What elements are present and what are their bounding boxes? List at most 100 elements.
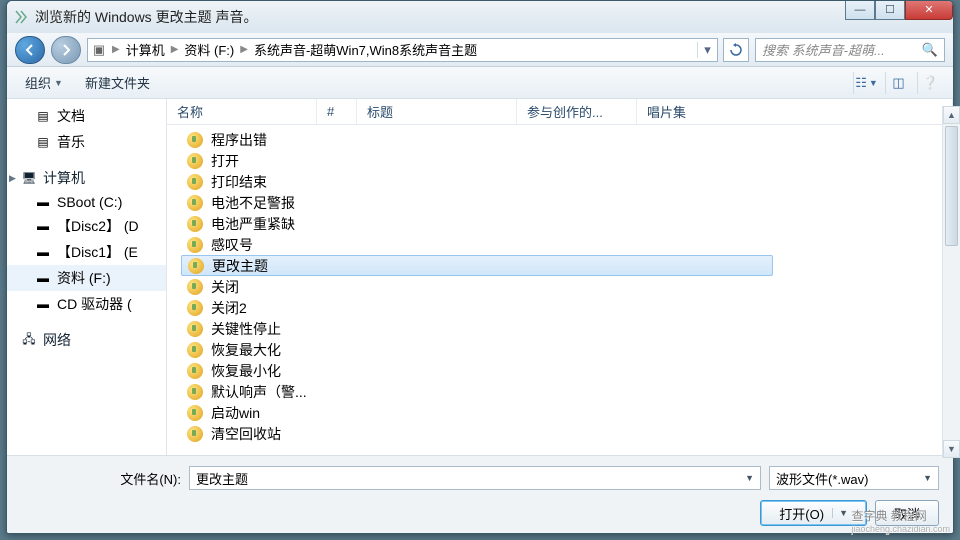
scroll-thumb[interactable]	[945, 126, 958, 246]
refresh-button[interactable]	[723, 38, 749, 62]
col-name[interactable]: 名称	[167, 99, 317, 124]
audio-file-icon	[188, 258, 204, 274]
file-dialog-window: 浏览新的 Windows 更改主题 声音。 — ☐ ✕ ▣ ▶ 计算机 ▶ 资料…	[6, 0, 954, 534]
vertical-scrollbar[interactable]: ▲ ▼	[942, 106, 960, 458]
chevron-down-icon[interactable]: ▼	[745, 473, 754, 483]
dialog-body: ▤文档 ▤音乐 ▶🖥计算机 ▬SBoot (C:)▬【Disc2】 (D▬【Di…	[7, 99, 953, 455]
preview-pane-button[interactable]: ◫	[885, 72, 911, 94]
col-album[interactable]: 唱片集	[637, 99, 953, 124]
file-area: 名称 # 标题 参与创作的... 唱片集 程序出错打开打印结束电池不足警报电池严…	[167, 99, 953, 455]
sidebar-item-drive[interactable]: ▬资料 (F:)	[7, 265, 166, 291]
drive-icon: ▬	[35, 296, 51, 312]
document-icon: ▤	[35, 108, 51, 124]
file-row[interactable]: 恢复最大化	[167, 339, 953, 360]
view-button[interactable]: ☷ ▼	[853, 72, 879, 94]
chevron-right-icon: ▶	[238, 44, 250, 55]
file-row[interactable]: 启动win	[167, 402, 953, 423]
nav-bar: ▣ ▶ 计算机 ▶ 资料 (F:) ▶ 系统声音-超萌Win7,Win8系统声音…	[7, 33, 953, 67]
drive-icon: ▬	[35, 270, 51, 286]
window-buttons: — ☐ ✕	[845, 0, 953, 20]
folder-icon: ▣	[88, 42, 110, 58]
window-title: 浏览新的 Windows 更改主题 声音。	[35, 7, 947, 27]
file-row[interactable]: 关键性停止	[167, 318, 953, 339]
audio-file-icon	[187, 174, 203, 190]
col-title[interactable]: 标题	[357, 99, 517, 124]
toolbar: 组织▼ 新建文件夹 ☷ ▼ ◫ ❔	[7, 67, 953, 99]
audio-file-icon	[187, 279, 203, 295]
crumb-folder[interactable]: 系统声音-超萌Win7,Win8系统声音主题	[250, 40, 481, 59]
back-button[interactable]	[15, 36, 45, 64]
file-row[interactable]: 清空回收站	[167, 423, 953, 444]
file-row[interactable]: 打印结束	[167, 171, 953, 192]
chevron-down-icon: ▼	[54, 78, 63, 88]
filename-label: 文件名(N):	[21, 469, 181, 488]
filetype-select[interactable]: 波形文件(*.wav)▼	[769, 466, 939, 490]
sidebar-group-network[interactable]: 🖧网络	[7, 327, 166, 353]
audio-file-icon	[187, 405, 203, 421]
expand-icon[interactable]: ▶	[9, 173, 16, 184]
nav-tree[interactable]: ▤文档 ▤音乐 ▶🖥计算机 ▬SBoot (C:)▬【Disc2】 (D▬【Di…	[7, 99, 167, 455]
file-row[interactable]: 恢复最小化	[167, 360, 953, 381]
sidebar-item-drive[interactable]: ▬【Disc1】 (E	[7, 239, 166, 265]
search-placeholder: 搜索 系统声音-超萌...	[762, 40, 885, 59]
audio-file-icon	[187, 132, 203, 148]
organize-button[interactable]: 组织▼	[17, 70, 71, 95]
sidebar-item-documents[interactable]: ▤文档	[7, 103, 166, 129]
audio-file-icon	[187, 363, 203, 379]
watermark: 查字典 教程网 jiaocheng.chazidian.com	[851, 507, 950, 534]
forward-button[interactable]	[51, 36, 81, 64]
crumb-computer[interactable]: 计算机	[122, 40, 169, 59]
chevron-right-icon: ▶	[110, 44, 122, 55]
path-dropdown[interactable]: ▾	[697, 42, 717, 58]
breadcrumb[interactable]: ▣ ▶ 计算机 ▶ 资料 (F:) ▶ 系统声音-超萌Win7,Win8系统声音…	[87, 38, 718, 62]
audio-file-icon	[187, 153, 203, 169]
file-row[interactable]: 电池不足警报	[167, 192, 953, 213]
filename-input[interactable]: 更改主题▼	[189, 466, 761, 490]
audio-file-icon	[187, 300, 203, 316]
title-bar[interactable]: 浏览新的 Windows 更改主题 声音。 — ☐ ✕	[7, 1, 953, 33]
sidebar-group-computer[interactable]: ▶🖥计算机	[7, 165, 166, 191]
audio-file-icon	[187, 195, 203, 211]
network-icon: 🖧	[21, 332, 37, 348]
scroll-up-button[interactable]: ▲	[943, 106, 960, 124]
chevron-down-icon[interactable]: ▼	[923, 473, 932, 483]
new-folder-button[interactable]: 新建文件夹	[77, 70, 158, 95]
file-row[interactable]: 电池严重紧缺	[167, 213, 953, 234]
computer-icon: 🖥	[21, 170, 37, 186]
chevron-right-icon: ▶	[169, 44, 181, 55]
file-row[interactable]: 关闭	[167, 276, 953, 297]
crumb-drive[interactable]: 资料 (F:)	[180, 40, 238, 59]
drive-icon: ▬	[35, 244, 51, 260]
audio-file-icon	[187, 321, 203, 337]
file-row[interactable]: 默认响声（警...	[167, 381, 953, 402]
sidebar-item-drive[interactable]: ▬CD 驱动器 (	[7, 291, 166, 317]
drive-icon: ▬	[35, 194, 51, 210]
scroll-down-button[interactable]: ▼	[943, 440, 960, 458]
audio-file-icon	[187, 237, 203, 253]
audio-file-icon	[187, 426, 203, 442]
drive-icon: ▬	[35, 218, 51, 234]
chevron-down-icon[interactable]: ▼	[832, 508, 848, 518]
file-list[interactable]: 程序出错打开打印结束电池不足警报电池严重紧缺感叹号更改主题关闭关闭2关键性停止恢…	[167, 125, 953, 455]
search-icon: 🔍	[922, 42, 938, 58]
col-number[interactable]: #	[317, 99, 357, 124]
col-authors[interactable]: 参与创作的...	[517, 99, 637, 124]
sidebar-item-drive[interactable]: ▬SBoot (C:)	[7, 191, 166, 213]
minimize-button[interactable]: —	[845, 0, 875, 20]
dialog-footer: 文件名(N): 更改主题▼ 波形文件(*.wav)▼ 打开(O)▼ 取消	[7, 455, 953, 533]
file-row[interactable]: 关闭2	[167, 297, 953, 318]
help-button[interactable]: ❔	[917, 72, 943, 94]
file-row[interactable]: 打开	[167, 150, 953, 171]
maximize-button[interactable]: ☐	[875, 0, 905, 20]
audio-file-icon	[187, 342, 203, 358]
close-button[interactable]: ✕	[905, 0, 953, 20]
sidebar-item-music[interactable]: ▤音乐	[7, 129, 166, 155]
audio-file-icon	[187, 216, 203, 232]
file-row[interactable]: 更改主题	[181, 255, 773, 276]
search-input[interactable]: 搜索 系统声音-超萌... 🔍	[755, 38, 945, 62]
audio-file-icon	[187, 384, 203, 400]
file-row[interactable]: 程序出错	[167, 129, 953, 150]
sidebar-item-drive[interactable]: ▬【Disc2】 (D	[7, 213, 166, 239]
file-row[interactable]: 感叹号	[167, 234, 953, 255]
column-headers[interactable]: 名称 # 标题 参与创作的... 唱片集	[167, 99, 953, 125]
